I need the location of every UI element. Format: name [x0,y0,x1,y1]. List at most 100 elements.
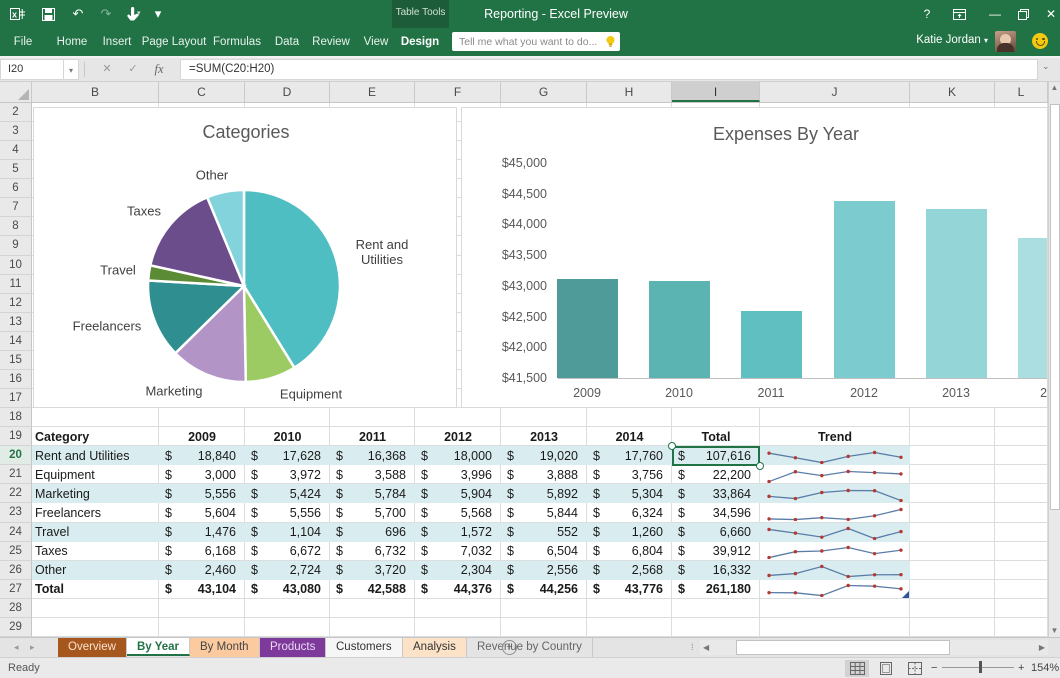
zoom-in-icon[interactable]: + [1018,662,1024,674]
column-header-I[interactable]: I [672,82,760,102]
table-cell-category[interactable]: Other [32,561,159,580]
touch-mode-icon[interactable]: ▾ [122,5,142,23]
scroll-left-icon[interactable]: ◀ [703,640,709,655]
trend-sparkline[interactable] [764,505,906,521]
expand-formula-bar-icon[interactable]: ⌄ [1042,61,1050,72]
tab-data[interactable]: Data [275,28,299,56]
undo-icon[interactable]: ↶ [68,5,88,23]
row-header-18[interactable]: 18 [0,408,32,427]
row-header-4[interactable]: 4 [0,141,32,160]
sheet-tab-revenue-by-country[interactable]: Revenue by Country [467,638,593,657]
table-cell-category[interactable]: Marketing [32,484,159,503]
table-header-2012[interactable]: 2012 [415,427,501,446]
sheet-tab-products[interactable]: Products [260,638,326,657]
insert-function-icon[interactable]: fx [150,60,168,79]
trend-sparkline[interactable] [764,448,906,464]
zoom-level[interactable]: 154% [1031,662,1059,674]
row-header-14[interactable]: 14 [0,332,32,351]
tab-home[interactable]: Home [57,28,88,56]
bar-2009[interactable] [557,279,618,378]
restore-icon[interactable] [1012,6,1034,22]
row-header-7[interactable]: 7 [0,198,32,217]
bar-2011[interactable] [741,311,802,378]
select-all-corner[interactable] [0,82,32,102]
minimize-icon[interactable]: — [984,6,1006,22]
row-header-6[interactable]: 6 [0,179,32,198]
table-header-total[interactable]: Total [672,427,760,446]
tab-split-handle[interactable]: ⁞ [691,642,694,652]
table-cell-category[interactable]: Travel [32,523,159,542]
feedback-smiley-icon[interactable] [1032,33,1048,49]
touch-mode-dropdown-icon[interactable]: ▾ [137,9,141,17]
row-header-28[interactable]: 28 [0,599,32,618]
account-name[interactable]: Katie Jordan ▾ [916,34,988,46]
page-layout-view-icon[interactable] [874,660,898,677]
column-header-J[interactable]: J [760,82,910,102]
table-header-trend[interactable]: Trend [760,427,910,446]
row-header-5[interactable]: 5 [0,160,32,179]
table-header-2013[interactable]: 2013 [501,427,587,446]
table-cell-category[interactable]: Rent and Utilities [32,446,159,465]
column-header-D[interactable]: D [245,82,330,102]
trend-sparkline[interactable] [764,524,906,540]
row-header-29[interactable]: 29 [0,618,32,637]
trend-sparkline[interactable] [764,467,906,483]
row-header-9[interactable]: 9 [0,236,32,255]
horizontal-scroll-thumb[interactable] [736,640,950,655]
table-resize-handle[interactable] [902,591,909,598]
tab-page-layout[interactable]: Page Layout [142,28,207,56]
column-header-C[interactable]: C [159,82,245,102]
table-header-category[interactable]: Category [32,427,159,446]
bar-2013[interactable] [926,209,987,378]
row-header-10[interactable]: 10 [0,256,32,275]
bar-2010[interactable] [649,281,710,378]
sheet-tab-overview[interactable]: Overview [58,638,127,657]
close-icon[interactable]: ✕ [1040,6,1060,22]
table-header-2010[interactable]: 2010 [245,427,330,446]
save-icon[interactable] [38,5,58,23]
bar-chart-object[interactable]: Expenses By Year$45,000$44,500$44,000$43… [461,107,1048,408]
sheet-tab-customers[interactable]: Customers [326,638,403,657]
cancel-icon[interactable]: ✕ [98,60,116,79]
zoom-slider[interactable] [942,667,1014,668]
table-header-2011[interactable]: 2011 [330,427,415,446]
horizontal-scrollbar[interactable]: ◀ ▶ [700,640,1048,655]
page-break-view-icon[interactable] [903,660,927,677]
tab-review[interactable]: Review [312,28,350,56]
pie-chart-object[interactable]: CategoriesRent and UtilitiesEquipmentMar… [33,107,457,408]
zoom-out-icon[interactable]: − [931,662,937,674]
name-box-dropdown-icon[interactable]: ▾ [64,59,79,80]
row-header-13[interactable]: 13 [0,313,32,332]
normal-view-icon[interactable] [845,660,869,677]
excel-logo-icon[interactable]: x [8,5,28,23]
row-header-11[interactable]: 11 [0,275,32,294]
name-box[interactable]: I20 [0,59,64,80]
zoom-slider-thumb[interactable] [979,661,982,673]
sheet-tab-by-year[interactable]: By Year [127,638,190,656]
enter-icon[interactable]: ✓ [124,60,142,79]
table-header-2009[interactable]: 2009 [159,427,245,446]
sheet-grid[interactable]: 2345678910111213141516171819202122232425… [0,103,1048,637]
table-cell-category[interactable]: Total [32,580,159,599]
redo-icon[interactable]: ↷ [96,5,116,23]
row-header-16[interactable]: 16 [0,370,32,389]
trend-sparkline[interactable] [764,486,906,502]
customize-qat-icon[interactable]: ▾ [148,5,168,23]
row-header-2[interactable]: 2 [0,103,32,122]
tab-insert[interactable]: Insert [103,28,132,56]
vertical-scroll-thumb[interactable] [1050,104,1060,510]
column-header-B[interactable]: B [32,82,159,102]
bar-2012[interactable] [834,201,895,378]
scroll-right-icon[interactable]: ▶ [1039,640,1045,655]
ribbon-display-options-icon[interactable] [948,6,970,22]
row-header-17[interactable]: 17 [0,389,32,408]
scroll-down-icon[interactable]: ▼ [1049,626,1060,635]
column-header-L[interactable]: L [995,82,1048,102]
column-header-G[interactable]: G [501,82,587,102]
trend-sparkline[interactable] [764,581,906,597]
column-header-F[interactable]: F [415,82,501,102]
sheet-nav-right-icon[interactable]: ▸ [30,642,35,653]
tab-formulas[interactable]: Formulas [213,28,261,56]
row-header-3[interactable]: 3 [0,122,32,141]
bar-2014[interactable] [1018,238,1049,378]
